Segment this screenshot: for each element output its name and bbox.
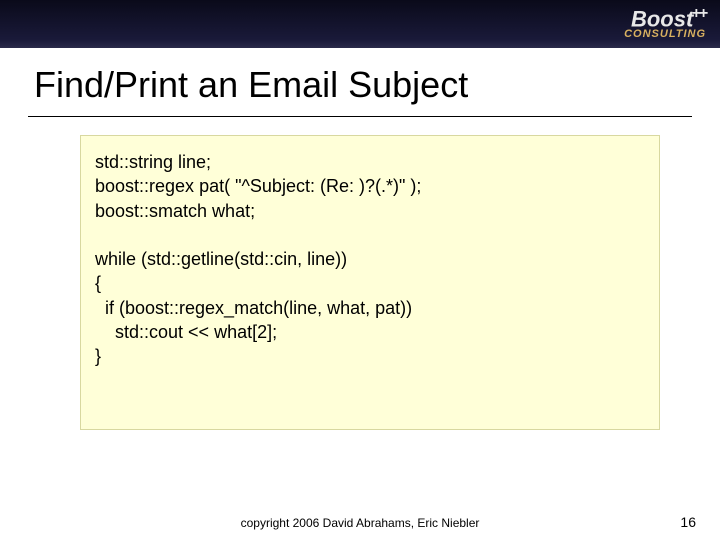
code-line: boost::smatch what;	[95, 201, 255, 221]
code-line: while (std::getline(std::cin, line))	[95, 249, 347, 269]
code-line: std::string line;	[95, 152, 211, 172]
title-rule	[28, 116, 692, 117]
logo-brand: Boost++	[624, 6, 706, 30]
code-line: std::cout << what[2];	[95, 322, 277, 342]
code-line: }	[95, 346, 101, 366]
code-line: if (boost::regex_match(line, what, pat))	[95, 298, 412, 318]
logo: Boost++ CONSULTING	[624, 6, 706, 40]
code-line: {	[95, 273, 101, 293]
code-line: boost::regex pat( "^Subject: (Re: )?(.*)…	[95, 176, 421, 196]
footer-copyright: copyright 2006 David Abrahams, Eric Nieb…	[0, 516, 720, 530]
page-number: 16	[680, 514, 696, 530]
code-block: std::string line; boost::regex pat( "^Su…	[80, 135, 660, 430]
logo-subtitle: CONSULTING	[624, 29, 706, 40]
logo-plus: ++	[691, 5, 706, 22]
header-bar: Boost++ CONSULTING	[0, 0, 720, 48]
slide-title: Find/Print an Email Subject	[34, 64, 720, 106]
